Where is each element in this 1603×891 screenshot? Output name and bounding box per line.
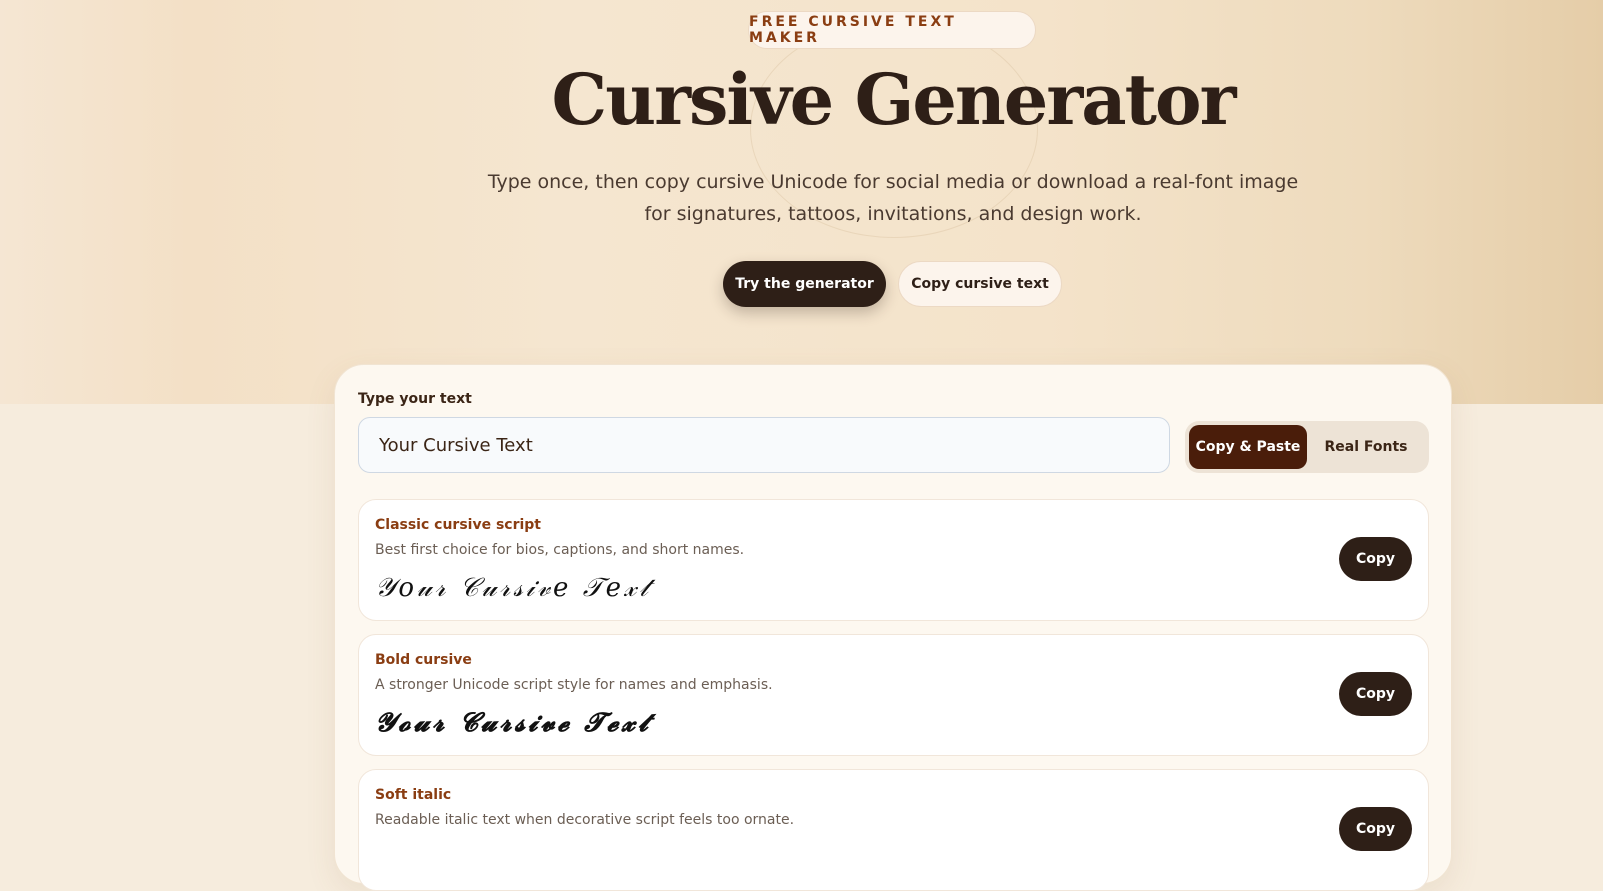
style-card-classic: Classic cursive script Best first choice… [358,499,1429,621]
style-card-title: Soft italic [375,787,452,803]
copy-button[interactable]: Copy [1339,537,1412,581]
style-card-title: Bold cursive [375,652,472,668]
mode-copy-paste-button[interactable]: Copy & Paste [1189,425,1307,469]
copy-cursive-text-button[interactable]: Copy cursive text [898,261,1062,307]
style-card-description: A stronger Unicode script style for name… [375,677,773,693]
mode-real-fonts-button[interactable]: Real Fonts [1307,425,1425,469]
style-card-title: Classic cursive script [375,517,542,533]
page-title: Cursive Generator [551,58,1237,141]
text-input-label: Type your text [358,391,472,407]
try-generator-button[interactable]: Try the generator [723,261,886,307]
generator-panel: Type your text Copy & Paste Real Fonts C… [334,364,1452,891]
copy-button[interactable]: Copy [1339,672,1412,716]
copy-button[interactable]: Copy [1339,807,1412,851]
hero-subtitle: Type once, then copy cursive Unicode for… [487,171,1299,225]
style-card-bold: Bold cursive A stronger Unicode script s… [358,634,1429,756]
style-card-description: Best first choice for bios, captions, an… [375,542,745,558]
style-card-preview: 𝒴𝑜𝓊𝓇 𝒞𝓊𝓇𝓈𝒾𝓋𝑒 𝒯𝑒𝓍𝓉 [375,573,652,603]
style-card-soft-italic: Soft italic Readable italic text when de… [358,769,1429,891]
style-card-preview: 𝓨𝓸𝓾𝓻 𝓒𝓾𝓻𝓼𝓲𝓿𝓮 𝓣𝓮𝔁𝓽 [375,708,652,738]
style-card-description: Readable italic text when decorative scr… [375,812,795,828]
text-input[interactable] [358,417,1170,473]
mode-toggle: Copy & Paste Real Fonts [1185,421,1429,473]
hero-badge: FREE CURSIVE TEXT MAKER [748,11,1036,49]
